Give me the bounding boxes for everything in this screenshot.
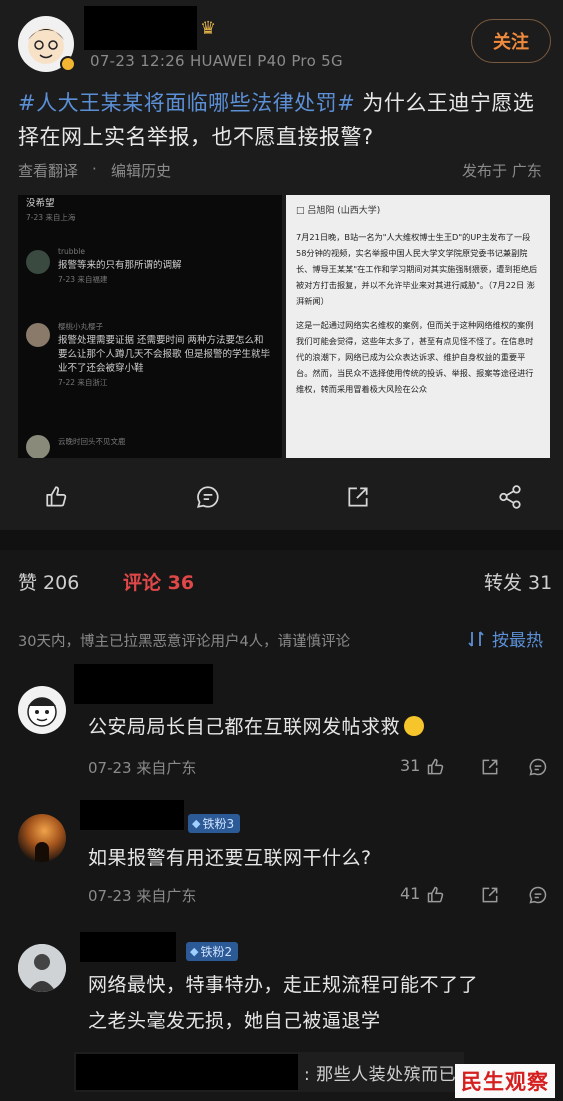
cartoon-avatar-icon [27,697,57,727]
section-divider [0,530,563,550]
thumb-comment-user: trubble [58,247,85,256]
sort-hot-button[interactable]: 按最热 [466,626,543,651]
comment-body: 公安局局长自己都在互联网发帖求救 [88,716,401,738]
thumb-comment-meta: 7-23 来自福建 [58,275,108,284]
post-card: ♛ 07-23 12:26 HUAWEI P40 Pro 5G 关注 #人大王某… [0,0,563,530]
thumb-avatar [26,250,50,274]
repost-icon[interactable] [480,885,500,905]
edit-history-link[interactable]: 编辑历史 [111,160,171,181]
commenter-avatar[interactable] [18,814,66,862]
thumb-comment-meta: 7-22 来自浙江 [58,378,108,387]
comment-like-count: 31 [400,756,421,775]
post-image-comments[interactable]: 没希望 7-23 来自上海 trubble 报警等来的只有那所谓的调解 7-23… [18,195,282,458]
reply-icon[interactable] [528,885,548,905]
like-icon[interactable] [426,757,446,777]
comment-text: 如果报警有用还要互联网干什么? [88,847,372,869]
fan-badge: ◆ 铁粉3 [188,814,241,833]
silhouette-icon [35,842,49,862]
translate-link[interactable]: 查看翻译 [18,160,78,181]
comment-meta: 07-23 来自广东 [88,759,197,777]
thumb-comment-text: 报警处理需要证据 还需要时间 两种方法要怎么和 要么让那个人蹲几天不会报歌 但是… [58,335,271,374]
post-action-bar [0,470,563,525]
repost-icon[interactable] [480,757,500,777]
redacted-username [84,6,197,50]
comment-meta: 07-23 来自广东 [88,887,197,905]
article-paragraph: 7月21日晚，B站一名为"人大维权博士生王D"的UP主发布了一段58分钟的视频，… [296,232,538,306]
fan-badge: ◆ 铁粉2 [186,942,239,961]
post-text: #人大王某某将面临哪些法律处罚# 为什么王迪宁愿选择在网上实名举报，也不愿直接报… [18,86,553,154]
thumb-comment-user: 樱桃小丸樱子 [58,322,103,331]
post-image-article[interactable]: □ 吕旭阳 (山西大学) 7月21日晚，B站一名为"人大维权博士生王D"的UP主… [286,195,550,458]
like-icon[interactable] [44,484,70,510]
dot-separator: · [92,160,97,178]
thumb-avatar [26,323,50,347]
comment-text-line2: 之老头毫发无损，她自己被逼退学 [88,1010,381,1032]
comment-icon[interactable] [195,484,221,510]
post-location: 发布于 广东 [462,162,542,180]
post-hashtag[interactable]: #人大王某某将面临哪些法律处罚# [18,91,355,115]
like-icon[interactable] [426,885,446,905]
share-icon[interactable] [497,484,523,510]
fan-badge-label: 铁粉3 [202,817,235,831]
smile-emoji-icon [404,716,425,736]
sort-label: 按最热 [492,631,543,651]
person-photo-icon [18,944,66,992]
article-paragraph: 这是一起通过网络实名维权的案例，但而关于这种网络维权的案例我们可能会觉得，这些年… [296,320,534,394]
blocklist-notice: 30天内，博主已拉黑恶意评论用户4人，请谨慎评论 [18,634,351,650]
tab-likes[interactable]: 赞 206 [18,568,79,595]
repost-icon[interactable] [345,484,371,510]
fan-badge-label: 铁粉2 [200,945,233,959]
post-meta: 07-23 12:26 HUAWEI P40 Pro 5G [90,52,343,70]
reply-icon[interactable] [528,757,548,777]
comment-text: 网络最快，特事特办，走正规流程可能不了了 [88,974,479,996]
crown-icon: ♛ [200,18,217,39]
redacted-username [80,800,184,830]
tab-reposts[interactable]: 转发 31 [484,568,552,595]
thumb-comment-user: 云晚时回头不见文鹿 [58,437,126,446]
sort-icon [468,630,484,647]
thumb-comment-text: 没希望 [26,198,55,209]
reply-preview-text: : 那些人装处殡而已 [304,1065,457,1085]
interaction-tabs: 赞 206 评论 36 转发 31 [0,560,563,600]
commenter-avatar[interactable] [18,944,66,992]
redacted-username [74,664,213,704]
thumb-comment-meta: 7-23 来自上海 [26,213,76,222]
redacted-username [76,1054,298,1090]
follow-button[interactable]: 关注 [471,19,551,63]
redacted-username [80,932,176,962]
comment-text: 公安局局长自己都在互联网发帖求救 [88,712,425,739]
diamond-icon: ◆ [192,817,201,830]
comment-like-count: 41 [400,884,421,903]
watermark-logo: 民生观察 [455,1064,555,1098]
thumb-comment-text: 报警等来的只有那所谓的调解 [58,260,182,271]
commenter-avatar[interactable] [18,686,66,734]
verified-badge-icon [60,56,76,72]
tab-comments[interactable]: 评论 36 [123,568,194,595]
diamond-icon: ◆ [190,945,199,958]
article-author: □ 吕旭阳 (山西大学) [296,206,381,216]
thumb-avatar [26,435,50,458]
